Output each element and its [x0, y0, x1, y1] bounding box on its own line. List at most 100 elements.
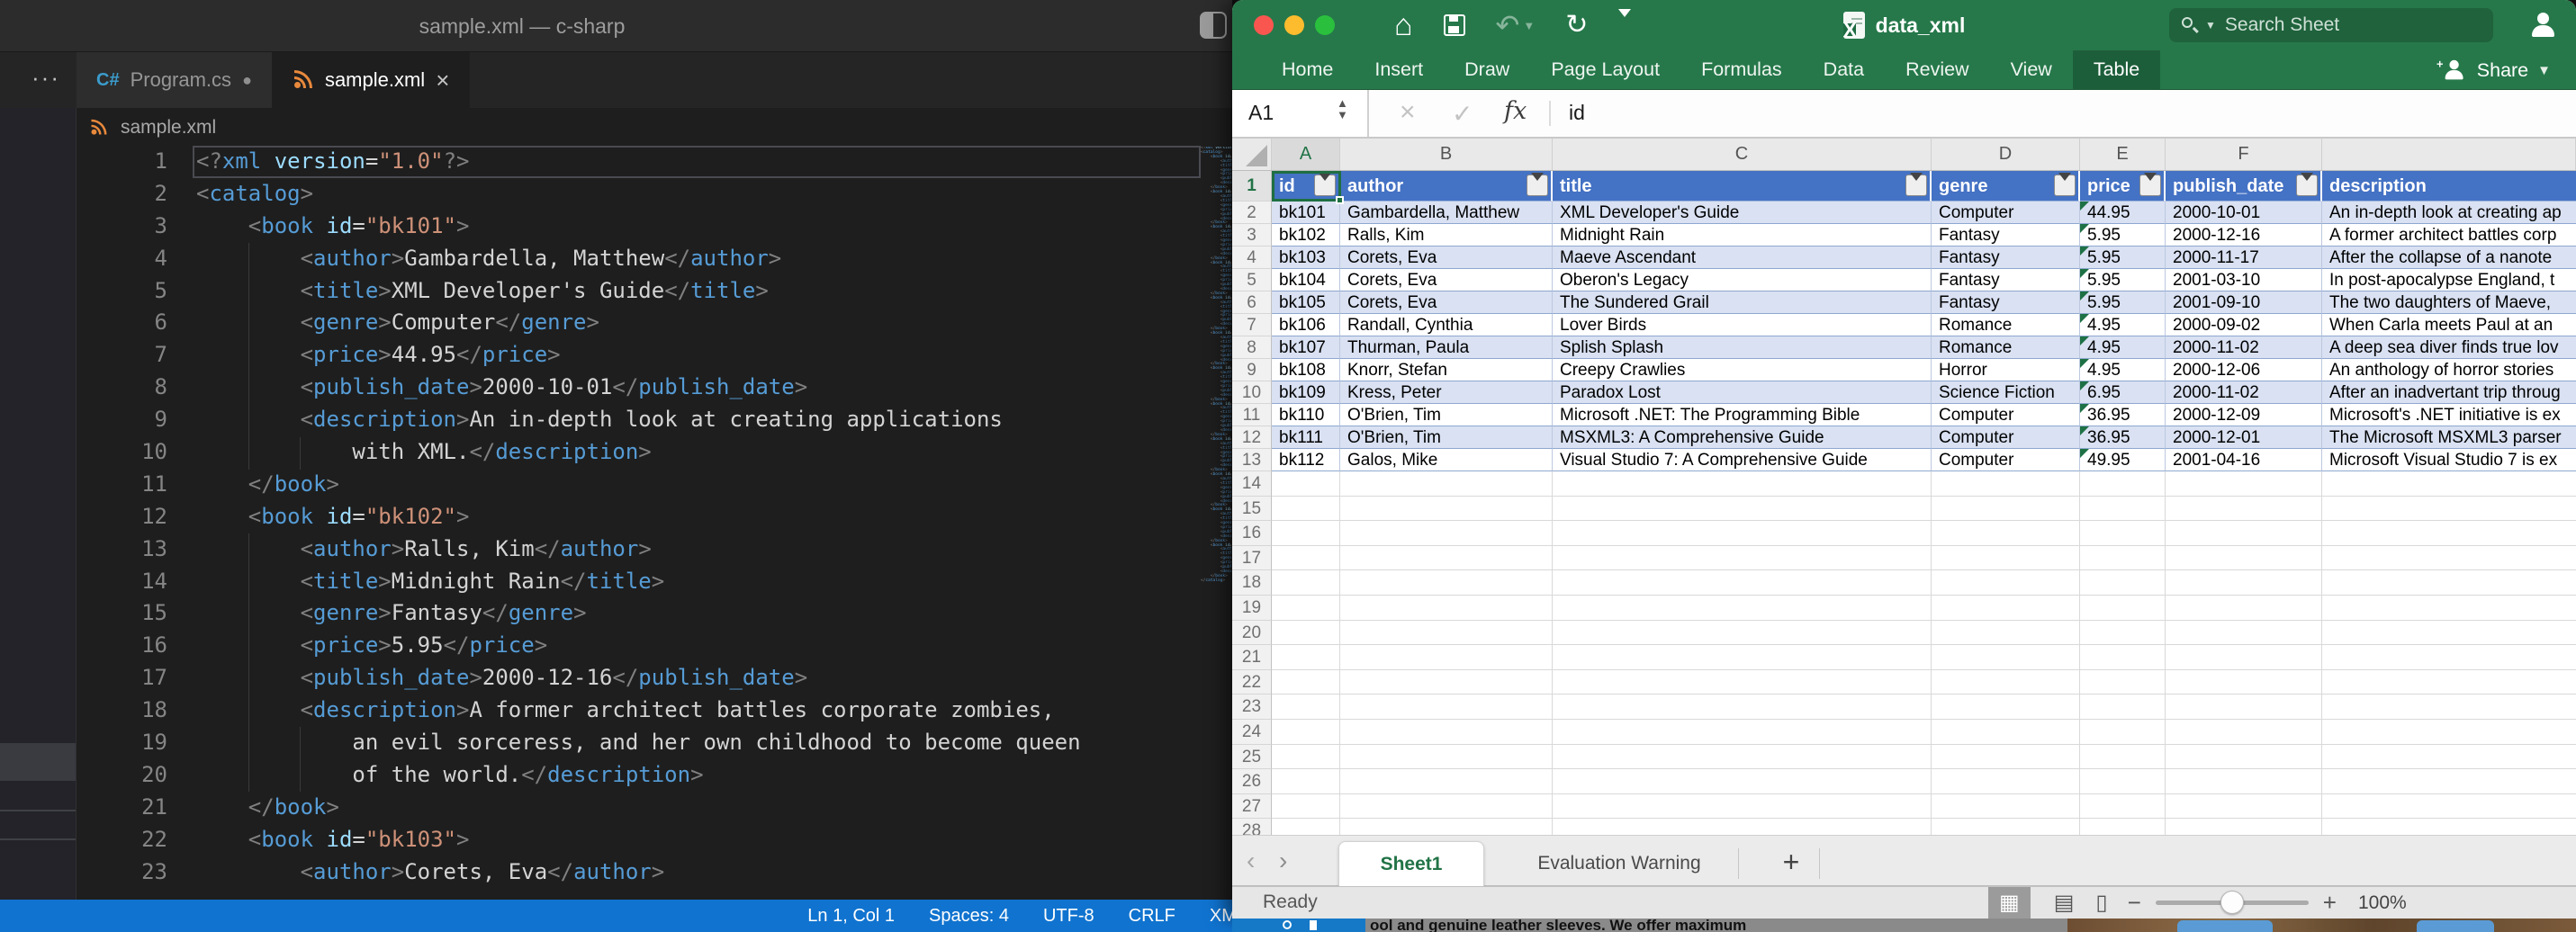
close-icon[interactable]: × — [436, 67, 449, 94]
empty-cell[interactable] — [1272, 745, 1340, 770]
cell[interactable]: Randall, Cynthia — [1340, 314, 1553, 336]
cell[interactable]: Midnight Rain — [1553, 224, 1932, 246]
row-header-12[interactable]: 12 — [1232, 426, 1272, 449]
empty-cell[interactable] — [1340, 769, 1553, 794]
row-header-6[interactable]: 6 — [1232, 291, 1272, 314]
empty-cell[interactable] — [2080, 497, 2166, 522]
cell[interactable]: bk110 — [1272, 404, 1340, 426]
header-cell-title[interactable]: title — [1553, 171, 1932, 202]
row-header-20[interactable]: 20 — [1232, 621, 1272, 646]
empty-cell[interactable] — [2080, 521, 2166, 546]
empty-cell[interactable] — [1932, 521, 2080, 546]
row-header-27[interactable]: 27 — [1232, 794, 1272, 820]
cell[interactable]: Lover Birds — [1553, 314, 1932, 336]
zoom-in-button[interactable]: + — [2314, 889, 2346, 917]
cell[interactable]: An in-depth look at creating ap — [2322, 202, 2576, 224]
name-box[interactable]: A1 ▲▼ — [1232, 90, 1369, 137]
minimap[interactable]: <?xml version="1.0"?> <catalog> <book id… — [1201, 147, 1231, 596]
ribbon-tab-home[interactable]: Home — [1261, 50, 1354, 89]
cell[interactable]: After the collapse of a nanote — [2322, 246, 2576, 269]
empty-cell[interactable] — [1932, 497, 2080, 522]
empty-cell[interactable] — [1272, 695, 1340, 720]
empty-cell[interactable] — [1272, 570, 1340, 596]
column-header-C[interactable]: C — [1553, 139, 1932, 170]
cell[interactable]: 2000-11-17 — [2166, 246, 2322, 269]
header-cell-publish_date[interactable]: publish_date — [2166, 171, 2322, 202]
empty-cell[interactable] — [1340, 720, 1553, 745]
empty-cell[interactable] — [1553, 645, 1932, 670]
cell[interactable]: Horror — [1932, 359, 2080, 381]
column-header-B[interactable]: B — [1340, 139, 1553, 170]
empty-cell[interactable] — [1932, 769, 2080, 794]
cell[interactable]: Corets, Eva — [1340, 291, 1553, 314]
empty-cell[interactable] — [1272, 546, 1340, 571]
row-header-25[interactable]: 25 — [1232, 745, 1272, 770]
empty-cell[interactable] — [1272, 596, 1340, 621]
empty-cell[interactable] — [1272, 794, 1340, 820]
cell[interactable]: 44.95 — [2080, 202, 2166, 224]
empty-cell[interactable] — [1272, 521, 1340, 546]
prev-sheet-icon[interactable]: ‹ — [1247, 848, 1255, 874]
empty-cell[interactable] — [2166, 769, 2322, 794]
column-header-D[interactable]: D — [1932, 139, 2080, 170]
cell[interactable]: 36.95 — [2080, 426, 2166, 449]
empty-cell[interactable] — [1272, 645, 1340, 670]
cell[interactable]: 49.95 — [2080, 449, 2166, 471]
cell[interactable]: Fantasy — [1932, 291, 2080, 314]
empty-cell[interactable] — [2166, 497, 2322, 522]
empty-cell[interactable] — [1553, 695, 1932, 720]
empty-cell[interactable] — [2080, 769, 2166, 794]
empty-cell[interactable] — [1553, 769, 1932, 794]
add-sheet-button[interactable]: + — [1765, 841, 1817, 887]
cell[interactable]: O'Brien, Tim — [1340, 404, 1553, 426]
cell[interactable]: bk107 — [1272, 336, 1340, 359]
empty-cell[interactable] — [2080, 695, 2166, 720]
empty-cell[interactable] — [2166, 670, 2322, 695]
undo-button[interactable]: ↶ ▼ — [1496, 8, 1536, 42]
empty-cell[interactable] — [1553, 471, 1932, 497]
ribbon-tab-draw[interactable]: Draw — [1444, 50, 1530, 89]
cell[interactable]: Computer — [1932, 426, 2080, 449]
cell[interactable]: XML Developer's Guide — [1553, 202, 1932, 224]
empty-cell[interactable] — [1340, 745, 1553, 770]
cell[interactable]: 2001-03-10 — [2166, 269, 2322, 291]
header-cell-id[interactable]: id — [1272, 171, 1340, 202]
empty-cell[interactable] — [2166, 695, 2322, 720]
empty-cell[interactable] — [2080, 570, 2166, 596]
cell[interactable]: 2000-11-02 — [2166, 336, 2322, 359]
toolbar-more-icon[interactable] — [1618, 17, 1635, 33]
empty-cell[interactable] — [1272, 670, 1340, 695]
empty-cell[interactable] — [2080, 621, 2166, 646]
row-header-7[interactable]: 7 — [1232, 314, 1272, 336]
cell[interactable]: Galos, Mike — [1340, 449, 1553, 471]
empty-cell[interactable] — [2080, 645, 2166, 670]
empty-cell[interactable] — [2080, 670, 2166, 695]
cell[interactable]: Fantasy — [1932, 269, 2080, 291]
empty-cell[interactable] — [2322, 670, 2576, 695]
ribbon-tab-view[interactable]: View — [1990, 50, 2073, 89]
cell[interactable]: Microsoft .NET: The Programming Bible — [1553, 404, 1932, 426]
empty-cell[interactable] — [2080, 794, 2166, 820]
ribbon-tab-table[interactable]: Table — [2073, 50, 2160, 89]
cell[interactable]: Kress, Peter — [1340, 381, 1553, 404]
zoom-slider[interactable] — [2156, 901, 2309, 905]
empty-cell[interactable] — [2166, 621, 2322, 646]
tab-program-cs[interactable]: C# Program.cs ● — [77, 52, 273, 108]
save-icon[interactable] — [1444, 14, 1465, 36]
formula-input[interactable]: id — [1569, 101, 1585, 125]
empty-cell[interactable] — [2080, 720, 2166, 745]
filter-dropdown-icon[interactable] — [2054, 175, 2076, 196]
empty-cell[interactable] — [1932, 570, 2080, 596]
cell[interactable]: bk103 — [1272, 246, 1340, 269]
tab-overflow-ellipsis[interactable]: ··· — [16, 52, 76, 108]
cell[interactable]: Splish Splash — [1553, 336, 1932, 359]
empty-cell[interactable] — [2322, 769, 2576, 794]
empty-cell[interactable] — [1553, 521, 1932, 546]
cell[interactable]: 2001-04-16 — [2166, 449, 2322, 471]
cell[interactable]: 2000-09-02 — [2166, 314, 2322, 336]
cell[interactable]: 5.95 — [2080, 291, 2166, 314]
empty-cell[interactable] — [2322, 794, 2576, 820]
minimize-traffic-light[interactable] — [1284, 15, 1304, 35]
cell[interactable]: bk108 — [1272, 359, 1340, 381]
cell[interactable]: 5.95 — [2080, 269, 2166, 291]
